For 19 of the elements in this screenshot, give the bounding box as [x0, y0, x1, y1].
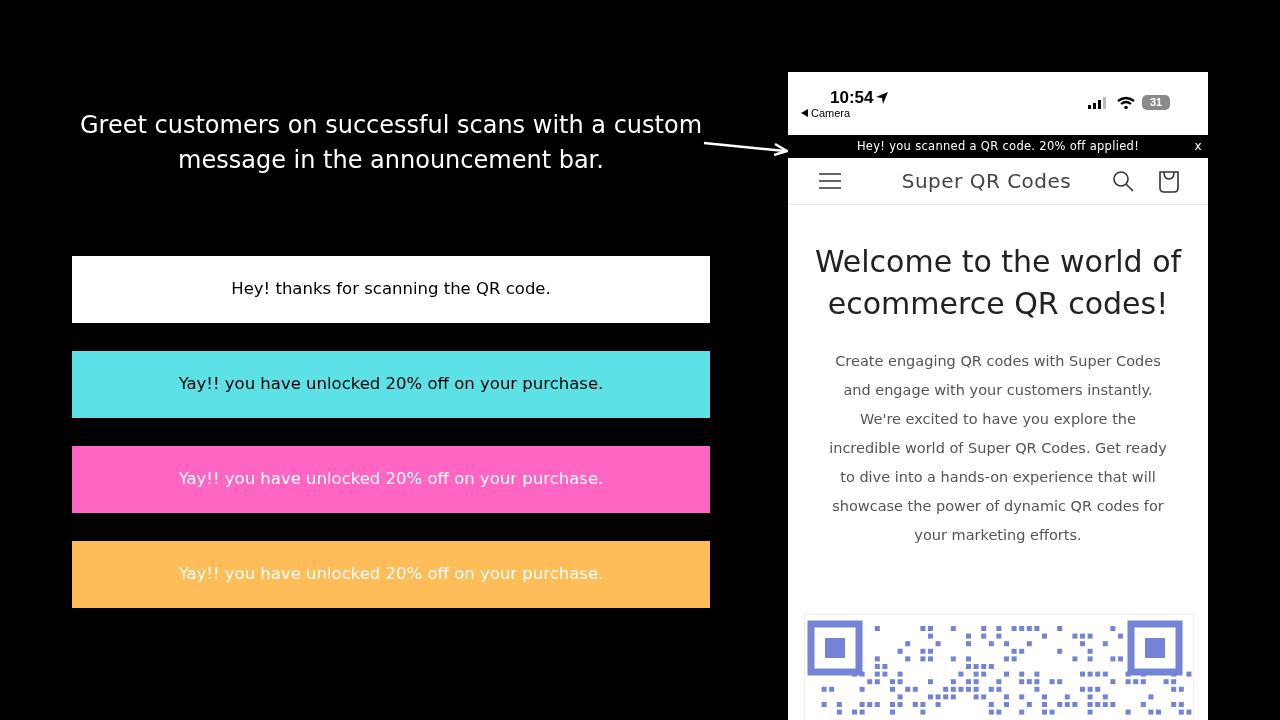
back-triangle-icon [801, 109, 808, 118]
battery-level: 31 [1142, 95, 1170, 110]
store-name[interactable]: Super QR Codes [851, 166, 1102, 196]
signal-icon [1088, 97, 1106, 109]
welcome-heading: Welcome to the world of ecommerce QR codes! [813, 243, 1183, 323]
announcement-example: Yay!! you have unlocked 20% off on your purchase. [72, 541, 710, 608]
menu-icon[interactable] [819, 172, 841, 190]
announcement-example: Yay!! you have unlocked 20% off on your purchase. [72, 351, 710, 418]
announcement-example: Hey! thanks for scanning the QR code. [72, 256, 710, 323]
intro-paragraph: Create engaging QR codes with Super Codes and engage with your customers instantly. We're excited to have you explore the incredible world of Super QR Codes. Get ready to dive into a hands-on experience that will showcase the power of dynamic QR codes for your marketing efforts. [828, 352, 1168, 545]
headline: Greet customers on successful scans with a custom message in the announcement bar. [79, 110, 703, 176]
arrow-icon [703, 140, 789, 156]
wifi-icon [1117, 96, 1135, 110]
close-button[interactable]: x [1194, 138, 1202, 154]
announcement-text: Hey! you scanned a QR code. 20% off applied! [856, 137, 1140, 155]
announcement-example: Yay!! you have unlocked 20% off on your purchase. [72, 446, 710, 513]
location-arrow-icon [875, 90, 890, 105]
search-icon[interactable] [1112, 170, 1134, 192]
bag-icon[interactable] [1158, 169, 1180, 193]
